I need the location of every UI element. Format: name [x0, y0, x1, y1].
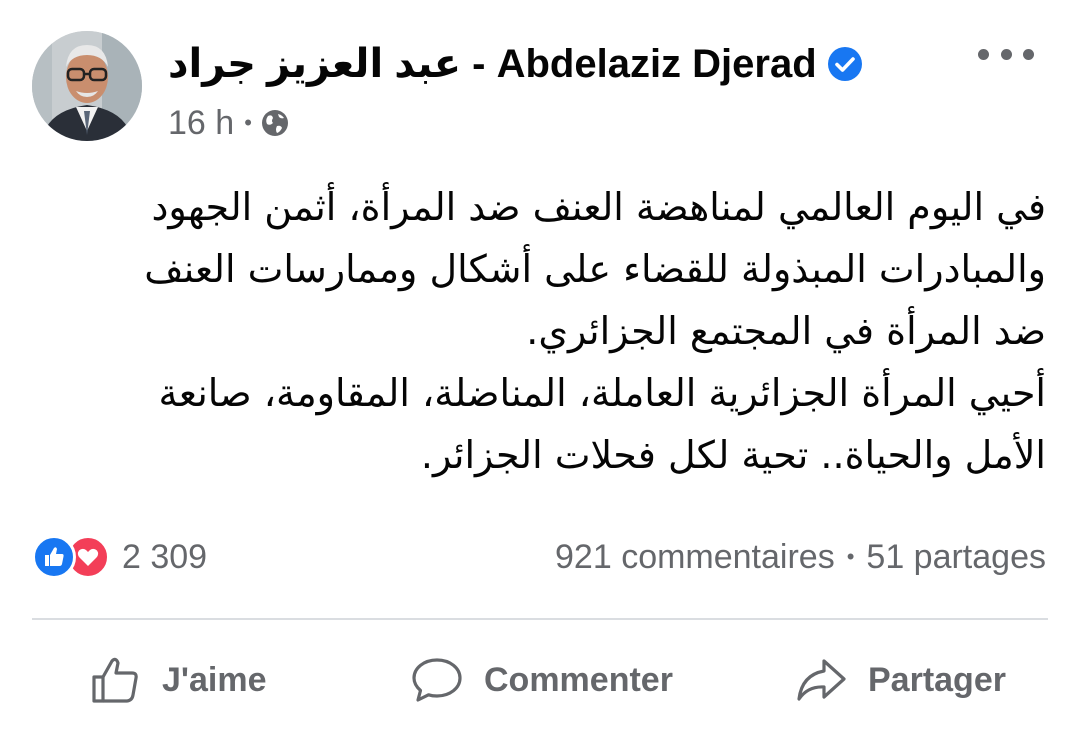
- action-bar: J'aime Commenter Partager: [0, 640, 1080, 720]
- divider: [32, 618, 1048, 620]
- meta-separator: •: [244, 110, 252, 135]
- like-label: J'aime: [162, 660, 267, 699]
- share-label: Partager: [868, 660, 1006, 699]
- post-author[interactable]: عبد العزيز جراد - Abdelaziz Djerad: [168, 36, 863, 92]
- comment-label: Commenter: [484, 660, 673, 699]
- reaction-count: 2 309: [122, 537, 208, 576]
- globe-icon: [261, 110, 288, 136]
- reactions-summary[interactable]: 2 309: [32, 532, 207, 582]
- post-body: في اليوم العالمي لمناهضة العنف ضد المرأة…: [116, 176, 1046, 486]
- shares-count[interactable]: 51 partages: [866, 538, 1046, 577]
- comment-button[interactable]: Commenter: [410, 640, 673, 720]
- author-name[interactable]: عبد العزيز جراد - Abdelaziz Djerad: [168, 41, 817, 87]
- share-button[interactable]: Partager: [794, 640, 1006, 720]
- author-avatar[interactable]: [32, 31, 142, 141]
- post-paragraph: في اليوم العالمي لمناهضة العنف ضد المرأة…: [144, 185, 1046, 353]
- thumbs-up-icon: [92, 657, 138, 703]
- post-meta: 16 h •: [168, 100, 290, 146]
- verified-badge-icon: [827, 47, 862, 81]
- post-timestamp[interactable]: 16 h: [168, 104, 234, 143]
- avatar-photo: [32, 31, 142, 141]
- share-arrow-icon: [797, 659, 846, 701]
- post-paragraph: أحيي المرأة الجزائرية العاملة، المناضلة،…: [158, 371, 1046, 477]
- engagement-stats: 921 commentaires • 51 partages: [555, 532, 1046, 582]
- like-reaction-icon: [32, 535, 76, 579]
- stats-separator: •: [846, 544, 855, 569]
- comment-icon: [412, 658, 462, 702]
- comments-count[interactable]: 921 commentaires: [555, 538, 835, 577]
- like-button[interactable]: J'aime: [88, 640, 267, 720]
- more-options-icon[interactable]: [978, 36, 1034, 72]
